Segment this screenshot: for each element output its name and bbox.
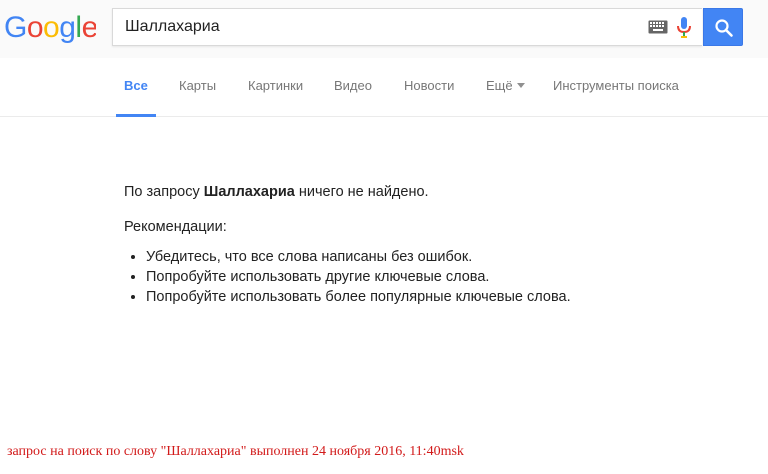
recommendation-item: Попробуйте использовать другие ключевые … bbox=[146, 267, 744, 287]
tab-images[interactable]: Картинки bbox=[248, 58, 303, 116]
no-results-query: Шаллахариа bbox=[203, 184, 295, 200]
header-bar: Google bbox=[0, 0, 768, 58]
tab-all[interactable]: Все bbox=[116, 58, 156, 117]
search-input[interactable] bbox=[125, 9, 625, 45]
no-results-message: По запросу Шаллахариа ничего не найдено. bbox=[124, 182, 744, 202]
tab-videos[interactable]: Видео bbox=[334, 58, 372, 116]
timestamp-caption: запрос на поиск по слову "Шаллахариа" вы… bbox=[7, 444, 464, 459]
recommendations-title: Рекомендации: bbox=[124, 219, 227, 235]
no-results-suffix: ничего не найдено. bbox=[294, 184, 429, 200]
tab-more-label: Ещё bbox=[486, 78, 513, 93]
svg-text:Google: Google bbox=[4, 11, 96, 44]
google-logo[interactable]: Google bbox=[4, 9, 96, 45]
tab-news[interactable]: Новости bbox=[404, 58, 454, 116]
keyboard-icon[interactable] bbox=[648, 20, 668, 34]
search-button[interactable] bbox=[703, 8, 743, 46]
recommendation-item: Убедитесь, что все слова написаны без ош… bbox=[146, 247, 744, 267]
tab-search-tools[interactable]: Инструменты поиска bbox=[553, 58, 679, 116]
search-icon bbox=[715, 19, 733, 37]
search-box[interactable] bbox=[112, 8, 702, 46]
tab-more[interactable]: Ещё bbox=[486, 58, 525, 116]
microphone-icon[interactable] bbox=[676, 17, 692, 39]
recommendation-item: Попробуйте использовать более популярные… bbox=[146, 287, 744, 307]
search-tabs: Все Карты Картинки Видео Новости Ещё Инс… bbox=[0, 58, 768, 117]
results-area: По запросу Шаллахариа ничего не найдено.… bbox=[124, 182, 744, 307]
tab-maps[interactable]: Карты bbox=[179, 58, 216, 116]
chevron-down-icon bbox=[516, 83, 525, 89]
no-results-prefix: По запросу bbox=[124, 184, 204, 200]
recommendations-list: Убедитесь, что все слова написаны без ош… bbox=[124, 247, 744, 307]
